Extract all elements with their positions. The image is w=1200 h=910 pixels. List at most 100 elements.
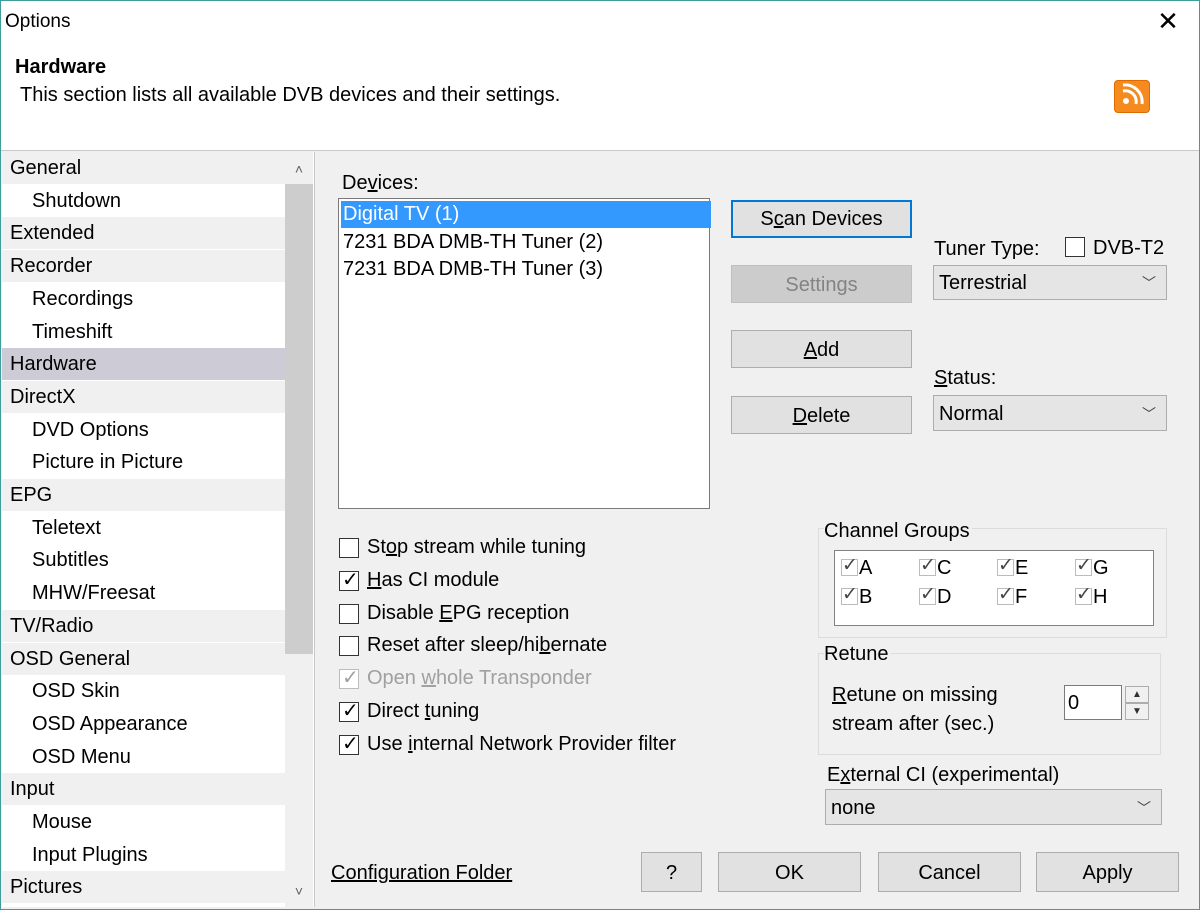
add-button[interactable]: Add	[731, 330, 912, 368]
configuration-folder-link[interactable]: Configuration Folder	[331, 862, 512, 885]
channel-group-checkbox[interactable]: ✓	[1075, 555, 1092, 576]
scan-devices-button[interactable]: Scan Devices	[731, 200, 912, 238]
channel-group-item[interactable]: ✓ A	[841, 555, 873, 580]
tree-item[interactable]: MHW/Freesat	[2, 577, 314, 609]
delete-button[interactable]: Delete	[731, 396, 912, 434]
chevron-down-icon: ﹀	[1137, 800, 1151, 816]
device-list-item[interactable]: 7231 BDA DMB-TH Tuner (2)	[341, 229, 711, 256]
tree-item[interactable]: OSD Appearance	[2, 708, 314, 740]
channel-group-label: G	[1093, 557, 1109, 579]
cancel-button[interactable]: Cancel	[878, 852, 1021, 892]
channel-group-label: D	[937, 586, 952, 608]
devices-label: Devices:	[342, 172, 419, 194]
option-checkbox[interactable]: ✓	[339, 700, 359, 722]
option-checkbox[interactable]: ✓	[339, 569, 359, 591]
tree-item[interactable]: Input Plugins	[2, 839, 314, 871]
scroll-down-icon[interactable]: ˅	[285, 876, 313, 906]
tree-item[interactable]: DirectX	[2, 380, 292, 413]
tree-item[interactable]: Extended	[2, 217, 292, 250]
channel-group-item[interactable]: ✓ F	[997, 584, 1027, 609]
channel-group-item[interactable]: ✓ D	[919, 584, 952, 609]
channel-groups-title: Channel Groups	[824, 520, 972, 543]
status-value: Normal	[939, 403, 1004, 425]
status-label: Status:	[934, 367, 997, 389]
channel-group-checkbox[interactable]: ✓	[919, 584, 936, 605]
channel-group-item[interactable]: ✓ E	[997, 555, 1028, 580]
tuner-type-value: Terrestrial	[939, 272, 1027, 294]
tree-item[interactable]: Pictures	[2, 871, 292, 904]
devices-list[interactable]: Digital TV (1) 7231 BDA DMB-TH Tuner (2) 7…	[338, 198, 711, 509]
tree-item[interactable]: Recorder	[2, 250, 292, 283]
option-checkbox[interactable]: ✓	[339, 667, 359, 690]
tree-item[interactable]: Recordings	[2, 283, 314, 315]
option-label: Disable EPG reception	[367, 601, 570, 624]
channel-group-checkbox[interactable]: ✓	[919, 555, 936, 576]
channel-group-item[interactable]: ✓ B	[841, 584, 872, 609]
settings-button[interactable]: Settings	[731, 265, 912, 303]
scrollbar-thumb[interactable]	[285, 184, 313, 654]
tree-item[interactable]: Hardware	[2, 348, 292, 381]
tree-item[interactable]: Picture in Picture	[2, 446, 314, 478]
option-label: Stop stream while tuning	[367, 536, 587, 558]
channel-group-item[interactable]: ✓ H	[1075, 584, 1107, 609]
tree-item[interactable]: EPG	[2, 479, 292, 511]
ok-button[interactable]: OK	[718, 852, 861, 892]
option-checkbox[interactable]	[339, 538, 359, 558]
option-checkbox[interactable]	[339, 603, 359, 624]
tree-item[interactable]: OSD General	[2, 642, 292, 675]
device-list-item[interactable]: Digital TV (1)	[341, 201, 711, 228]
check-icon: ✓	[1076, 584, 1092, 605]
tree-scrollbar[interactable]: ˄ ˅	[285, 152, 313, 907]
channel-groups-list[interactable]: ✓ A ✓ C ✓ E ✓ G ✓ B ✓ D ✓ F ✓ H	[834, 550, 1154, 626]
tree-item[interactable]: Input	[2, 773, 292, 806]
option-label: Direct tuning	[367, 700, 480, 722]
retune-seconds-input[interactable]: 0	[1064, 685, 1122, 720]
option-label: Open whole Transponder	[367, 667, 592, 690]
tree-item[interactable]: General	[2, 152, 292, 184]
section-title: Hardware	[15, 56, 107, 78]
option-label: Reset after sleep/hibernate	[367, 634, 608, 657]
help-button[interactable]: ?	[641, 852, 702, 892]
tree-item[interactable]: Mouse	[2, 806, 314, 838]
spin-up-icon[interactable]: ▲	[1125, 686, 1149, 703]
channel-group-checkbox[interactable]: ✓	[997, 555, 1014, 576]
channel-group-checkbox[interactable]: ✓	[1075, 584, 1092, 605]
check-icon: ✓	[342, 667, 359, 690]
tuner-type-label: Tuner Type:	[934, 238, 1040, 260]
retune-label: Retune on missing	[832, 684, 998, 706]
tree-item[interactable]: OSD Menu	[2, 741, 314, 773]
chevron-down-icon: ﹀	[1142, 406, 1156, 422]
apply-button[interactable]: Apply	[1036, 852, 1179, 892]
check-icon: ✓	[920, 555, 936, 576]
scroll-up-icon[interactable]: ˄	[285, 154, 313, 184]
tree-item[interactable]: TV/Radio	[2, 609, 292, 642]
tree-item[interactable]: Timeshift	[2, 316, 314, 348]
dvbt2-checkbox[interactable]	[1065, 237, 1085, 257]
option-checkbox[interactable]: ✓	[339, 732, 359, 755]
option-label: Use internal Network Provider filter	[367, 732, 677, 755]
channel-group-label: A	[859, 557, 873, 579]
channel-group-item[interactable]: ✓ G	[1075, 555, 1109, 580]
check-icon: ✓	[920, 584, 936, 605]
tree-item[interactable]: Teletext	[2, 512, 314, 544]
tree-item[interactable]: DVD Options	[2, 414, 314, 446]
external-ci-dropdown[interactable]: none ﹀	[825, 789, 1162, 825]
check-icon: ✓	[342, 732, 359, 755]
device-list-item[interactable]: 7231 BDA DMB-TH Tuner (3)	[341, 256, 711, 283]
tree-item[interactable]: Subtitles	[2, 544, 314, 576]
option-checkbox[interactable]	[339, 636, 359, 657]
navigation-tree[interactable]: General Shutdown Extended Recorder Recording…	[2, 152, 315, 907]
status-dropdown[interactable]: Normal ﹀	[933, 395, 1167, 431]
tree-item[interactable]: OSD Skin	[2, 675, 314, 707]
channel-group-checkbox[interactable]: ✓	[841, 584, 858, 605]
retune-label-line2: stream after (sec.)	[832, 713, 995, 735]
channel-group-checkbox[interactable]: ✓	[997, 584, 1014, 605]
close-icon[interactable]: ✕	[1151, 8, 1185, 38]
check-icon: ✓	[998, 555, 1014, 576]
channel-group-item[interactable]: ✓ C	[919, 555, 951, 580]
channel-group-checkbox[interactable]: ✓	[841, 555, 858, 576]
spin-down-icon[interactable]: ▼	[1125, 703, 1149, 720]
tree-item[interactable]: Shutdown	[2, 185, 314, 217]
external-ci-label: External CI (experimental)	[827, 764, 1060, 786]
tuner-type-dropdown[interactable]: Terrestrial ﹀	[933, 265, 1167, 300]
